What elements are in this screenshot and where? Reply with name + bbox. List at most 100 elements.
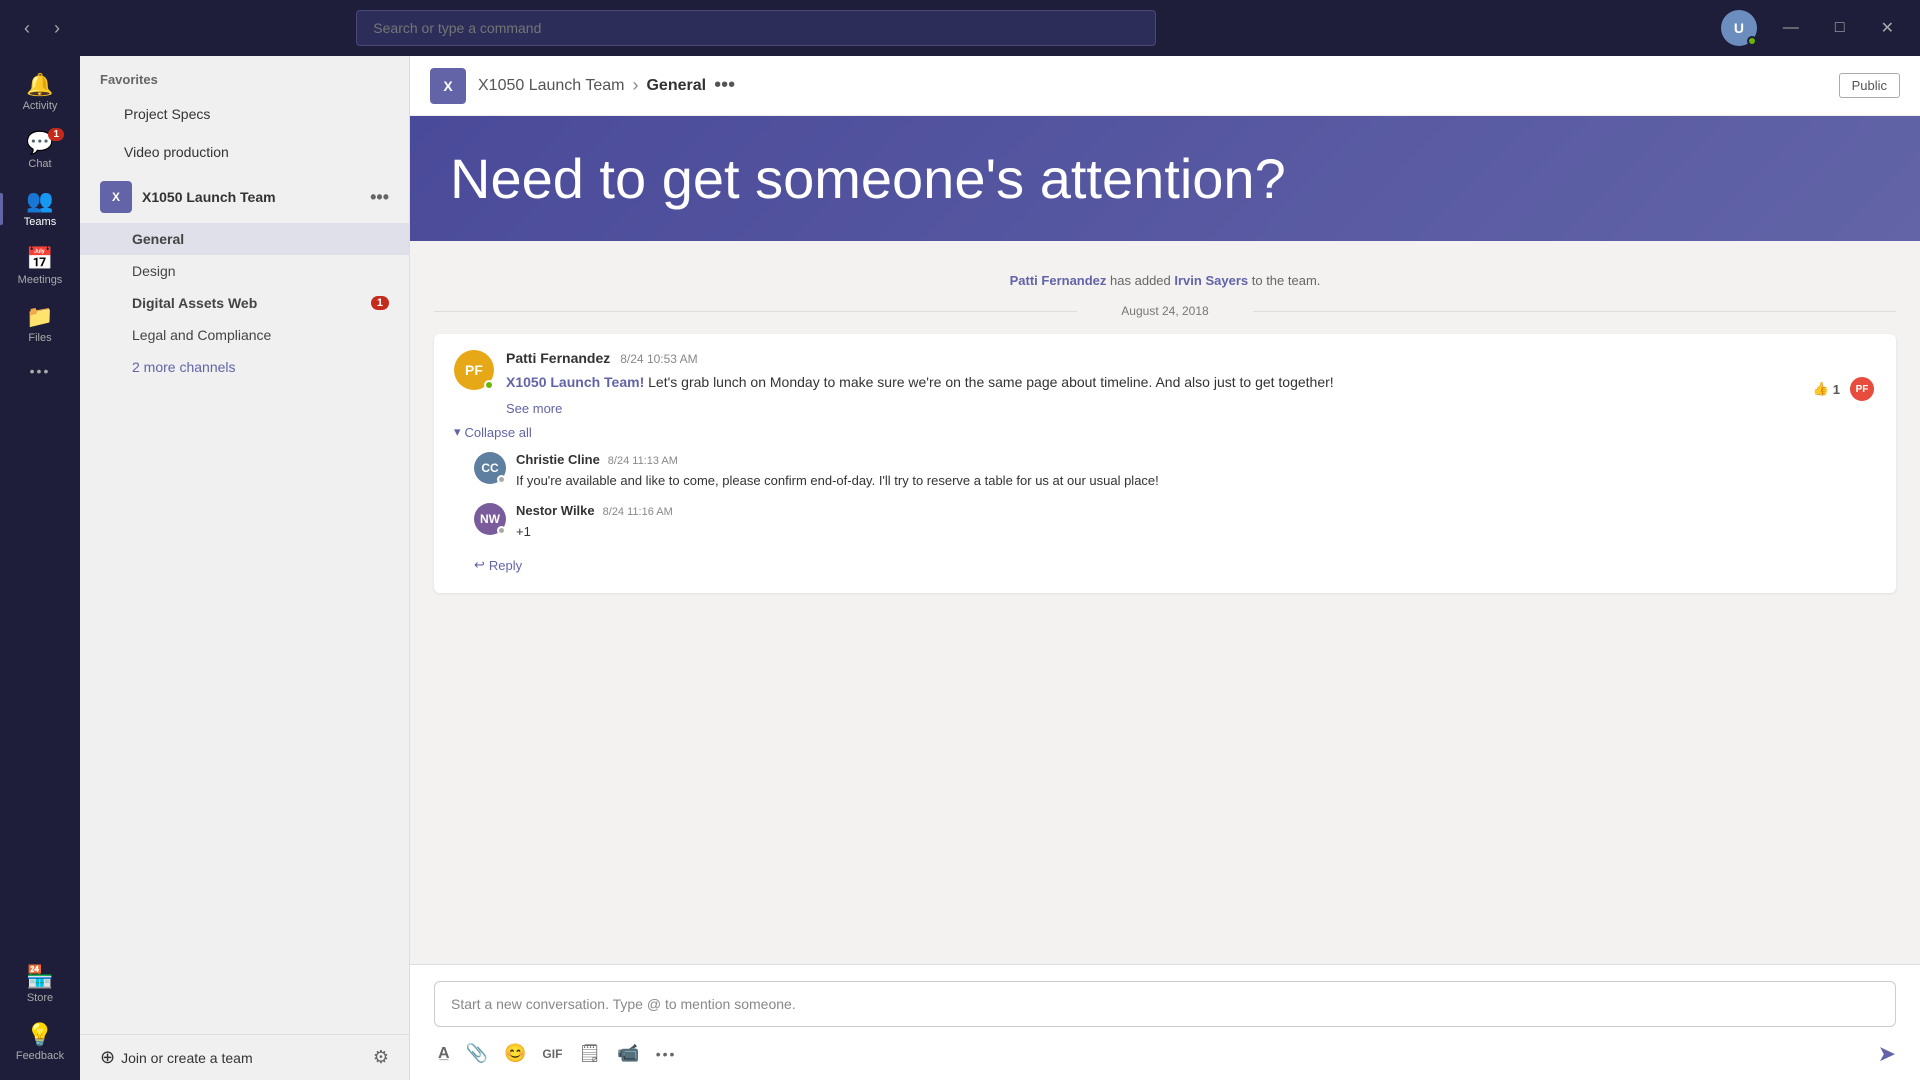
- minimize-button[interactable]: —: [1773, 15, 1809, 41]
- like-reaction[interactable]: 👍 1: [1813, 381, 1840, 397]
- channel-design-label: Design: [132, 263, 176, 279]
- avatar-status-online: [1747, 36, 1757, 46]
- emoji-button[interactable]: 😊: [500, 1039, 530, 1068]
- maximize-button[interactable]: □: [1825, 15, 1855, 41]
- attach-button[interactable]: 📎: [462, 1039, 492, 1068]
- format-button[interactable]: A̲: [434, 1041, 454, 1067]
- back-button[interactable]: ‹: [16, 14, 38, 43]
- sidebar-item-activity[interactable]: 🔔 Activity: [0, 64, 80, 122]
- store-label: Store: [27, 992, 53, 1004]
- sticker-button[interactable]: 🗒: [574, 1039, 605, 1068]
- sidebar-item-store[interactable]: 🏪 Store: [0, 956, 80, 1014]
- reply-time-2: 8/24 11:16 AM: [603, 506, 673, 518]
- sidebar-item-meetings[interactable]: 📅 Meetings: [0, 238, 80, 296]
- teams-icon: 👥: [26, 190, 53, 212]
- reply-avatar-offline-2: [497, 526, 506, 535]
- attention-banner: Need to get someone's attention?: [410, 116, 1920, 241]
- sidebar-item-teams[interactable]: 👥 Teams: [0, 180, 80, 238]
- message-author: Patti Fernandez: [506, 350, 610, 366]
- sidebar-item-video-production[interactable]: Video production: [88, 134, 401, 170]
- reply-content-2: Nestor Wilke 8/24 11:16 AM +1: [516, 503, 1876, 542]
- sidebar-bottom: ⊕ Join or create a team ⚙: [80, 1034, 409, 1080]
- channel-legal[interactable]: Legal and Compliance: [80, 319, 409, 351]
- sidebar-item-project-specs[interactable]: Project Specs: [88, 96, 401, 132]
- more-options-button[interactable]: •••: [652, 1042, 681, 1066]
- collapse-all-button[interactable]: ▾ Collapse all: [454, 424, 1876, 440]
- message-header: Patti Fernandez 8/24 10:53 AM: [506, 350, 1801, 366]
- more-channels-link[interactable]: 2 more channels: [80, 351, 409, 383]
- reply-row-2: NW Nestor Wilke 8/24 11:16 AM +1: [474, 503, 1876, 542]
- reply-text-1: If you're available and like to come, pl…: [516, 471, 1876, 491]
- channel-general[interactable]: General: [80, 223, 409, 255]
- title-bar: ‹ › U — □ ✕: [0, 0, 1920, 56]
- message-body: Let's grab lunch on Monday to make sure …: [648, 374, 1334, 390]
- channel-header: X X1050 Launch Team › General ••• Public: [410, 56, 1920, 116]
- team-x1050-name: X1050 Launch Team: [142, 189, 360, 205]
- like-icon: 👍: [1813, 381, 1829, 397]
- meetings-label: Meetings: [18, 274, 63, 286]
- forward-button[interactable]: ›: [46, 14, 68, 43]
- reply-author-1: Christie Cline: [516, 452, 600, 467]
- team-x1050-icon: X: [100, 181, 132, 213]
- team-x1050-more-icon[interactable]: •••: [370, 187, 389, 208]
- channel-more-options-icon[interactable]: •••: [714, 74, 735, 97]
- breadcrumb-team: X1050 Launch Team: [478, 77, 624, 95]
- user-avatar[interactable]: U: [1721, 10, 1757, 46]
- collapse-chevron-icon: ▾: [454, 424, 461, 440]
- channel-digital-assets-badge: 1: [371, 296, 389, 310]
- gif-button[interactable]: GIF: [538, 1043, 566, 1065]
- files-icon: 📁: [26, 306, 53, 328]
- close-button[interactable]: ✕: [1871, 14, 1904, 42]
- search-input[interactable]: [373, 20, 1139, 36]
- compose-placeholder: Start a new conversation. Type @ to ment…: [451, 996, 796, 1012]
- message-reactions: 👍 1 PF: [1813, 362, 1876, 416]
- channel-design[interactable]: Design: [80, 255, 409, 287]
- message-content: Patti Fernandez 8/24 10:53 AM X1050 Laun…: [506, 350, 1801, 416]
- system-msg-author: Patti Fernandez: [1010, 273, 1107, 288]
- compose-box[interactable]: Start a new conversation. Type @ to ment…: [434, 981, 1896, 1027]
- main-content: X X1050 Launch Team › General ••• Public…: [410, 56, 1920, 1080]
- replies-block: CC Christie Cline 8/24 11:13 AM If you'r…: [454, 452, 1876, 577]
- sidebar-item-chat[interactable]: 💬 Chat 1: [0, 122, 80, 180]
- reply-content-1: Christie Cline 8/24 11:13 AM If you're a…: [516, 452, 1876, 491]
- meetings-icon: 📅: [26, 248, 53, 270]
- more-icon: •••: [30, 364, 51, 378]
- store-icon: 🏪: [26, 966, 53, 988]
- see-more-link[interactable]: See more: [506, 401, 1801, 416]
- channel-digital-assets[interactable]: Digital Assets Web 1: [80, 287, 409, 319]
- avatar-online-indicator: [484, 380, 494, 390]
- channel-team-icon: X: [430, 68, 466, 104]
- reply-avatar-christie: CC: [474, 452, 506, 484]
- channel-legal-label: Legal and Compliance: [132, 327, 271, 343]
- main-area: 🔔 Activity 💬 Chat 1 👥 Teams 📅 Meetings 📁…: [0, 56, 1920, 1080]
- reply-text-2: +1: [516, 522, 1876, 542]
- sidebar-item-more[interactable]: •••: [0, 354, 80, 388]
- message-block-main: PF Patti Fernandez 8/24 10:53 AM X1050 L…: [434, 334, 1896, 593]
- message-text: X1050 Launch Team! Let's grab lunch on M…: [506, 372, 1801, 393]
- project-specs-label: Project Specs: [124, 106, 210, 122]
- reply-author-2: Nestor Wilke: [516, 503, 595, 518]
- join-create-team-button[interactable]: ⊕ Join or create a team: [100, 1047, 253, 1068]
- message-time: 8/24 10:53 AM: [620, 352, 697, 366]
- sidebar-item-files[interactable]: 📁 Files: [0, 296, 80, 354]
- sidebar-item-feedback[interactable]: 💡 Feedback: [0, 1014, 80, 1072]
- video-button[interactable]: 📹: [613, 1039, 643, 1068]
- team-x1050-header[interactable]: X X1050 Launch Team •••: [80, 171, 409, 223]
- send-button[interactable]: ➤: [1878, 1041, 1896, 1067]
- settings-button[interactable]: ⚙: [373, 1047, 389, 1068]
- breadcrumb-channel: General: [646, 77, 706, 95]
- video-production-label: Video production: [124, 144, 229, 160]
- title-bar-right: U — □ ✕: [1721, 10, 1904, 46]
- left-nav: 🔔 Activity 💬 Chat 1 👥 Teams 📅 Meetings 📁…: [0, 56, 80, 1080]
- messages-area[interactable]: Patti Fernandez has added Irvin Sayers t…: [410, 241, 1920, 964]
- message-avatar-patti: PF: [454, 350, 494, 390]
- breadcrumb: X1050 Launch Team › General •••: [478, 74, 735, 97]
- teams-label: Teams: [24, 216, 56, 228]
- chat-badge: 1: [48, 128, 64, 141]
- date-separator: August 24, 2018: [434, 304, 1896, 318]
- system-msg-verb: has added: [1110, 273, 1171, 288]
- reply-button[interactable]: ↩ Reply: [474, 553, 522, 577]
- system-msg-rest: to the team.: [1252, 273, 1321, 288]
- sidebar: Favorites Project Specs Video production…: [80, 56, 410, 1080]
- search-bar[interactable]: [356, 10, 1156, 46]
